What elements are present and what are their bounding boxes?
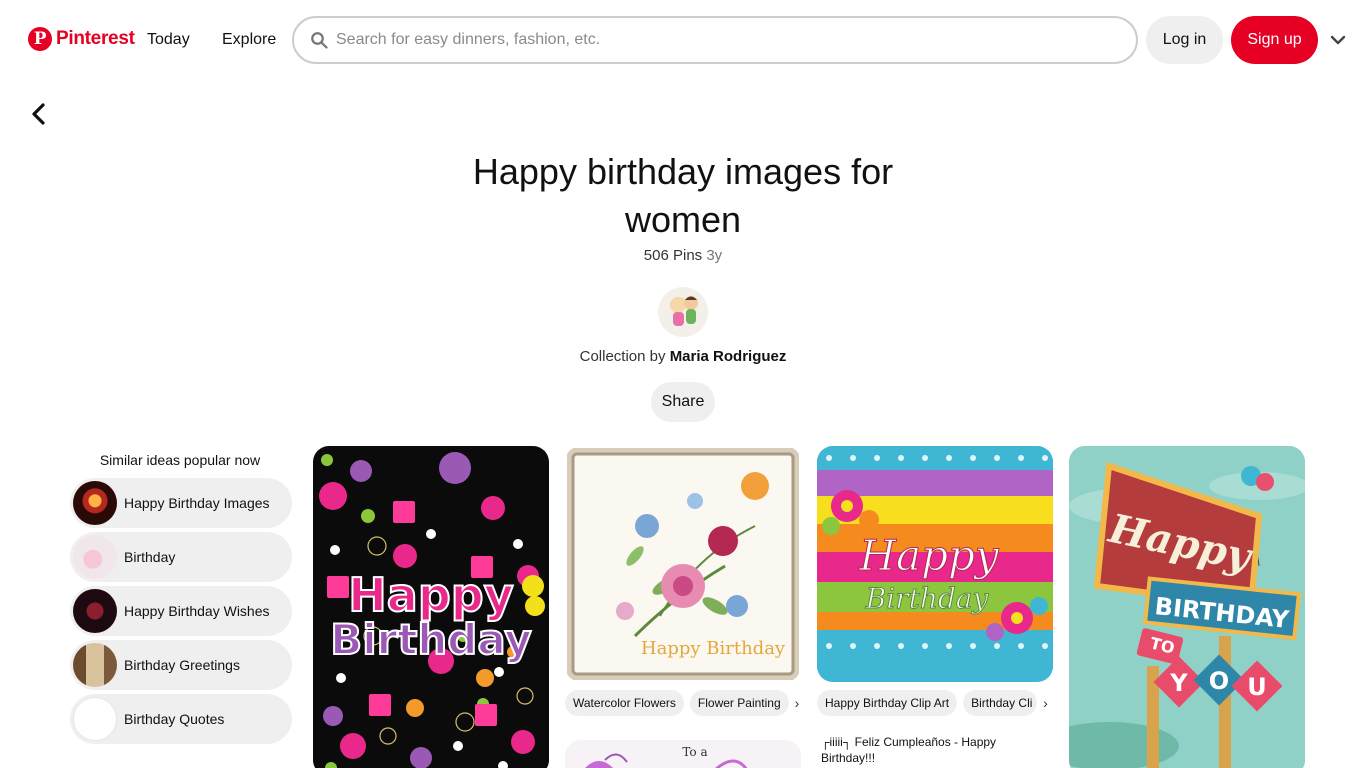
- tag-chip[interactable]: Happy Birthday Clip Art: [817, 690, 958, 716]
- pin3-text-birthday: Birthday: [865, 582, 990, 615]
- share-button[interactable]: Share: [651, 382, 715, 422]
- idea-thumbnail: [73, 535, 117, 579]
- tag-chip[interactable]: Watercolor Flowers: [565, 690, 684, 716]
- pin-card[interactable]: Happy Birthday: [313, 446, 549, 768]
- top-nav: P Pinterest Today Explore Log in Sign up: [0, 0, 1366, 82]
- brand-name: Pinterest: [56, 28, 135, 49]
- chevron-right-icon[interactable]: ›: [1043, 695, 1053, 711]
- pin1-text-happy: Happy: [348, 568, 513, 622]
- nav-today-link[interactable]: Today: [147, 31, 190, 49]
- pin4-text-y: Y: [1169, 669, 1188, 697]
- similar-idea-item[interactable]: Happy Birthday Wishes: [70, 586, 292, 636]
- board-age: 3y: [706, 247, 723, 264]
- search-input[interactable]: [336, 31, 1096, 49]
- idea-label: Birthday Quotes: [124, 711, 225, 727]
- pin-card[interactable]: Happy Birthday: [565, 446, 801, 682]
- idea-thumbnail: [73, 697, 117, 741]
- owner-name-link[interactable]: Maria Rodriguez: [670, 348, 787, 365]
- signup-button[interactable]: Sign up: [1231, 16, 1318, 64]
- board-title: Happy birthday images for women: [472, 151, 894, 240]
- pin2-tags: Watercolor Flowers Flower Painting ›: [565, 690, 801, 716]
- pin-image: Happy Birthday: [567, 448, 799, 680]
- pin-card[interactable]: Happy Birthday: [817, 446, 1053, 682]
- pin-image: Happy BIRTHDAY TO Y O U: [1069, 446, 1305, 768]
- pin-count: 506 Pins: [643, 247, 703, 264]
- similar-idea-item[interactable]: Birthday Quotes: [70, 694, 292, 744]
- pin2-text: Happy Birthday: [641, 638, 786, 659]
- tag-chip[interactable]: Birthday Cli: [963, 690, 1038, 716]
- pin-image: To a: [565, 740, 801, 768]
- pin-image: Happy Birthday: [319, 452, 545, 768]
- search-bar[interactable]: [292, 16, 1138, 64]
- cartoon-couple-avatar-icon: [670, 296, 698, 326]
- pin-card[interactable]: Happy BIRTHDAY TO Y O U: [1069, 446, 1305, 768]
- idea-label: Happy Birthday Images: [124, 495, 270, 511]
- pinterest-logo[interactable]: P Pinterest: [28, 27, 135, 51]
- owner-avatar[interactable]: [658, 287, 708, 337]
- pin-card[interactable]: To a: [565, 740, 801, 768]
- search-icon: [311, 32, 328, 49]
- tag-chip[interactable]: Flower Painting: [689, 690, 789, 716]
- idea-thumbnail: [73, 643, 117, 687]
- pin-caption[interactable]: ┌iiiii┐ Feliz Cumpleaños - Happy Birthda…: [821, 734, 1041, 766]
- back-arrow-icon[interactable]: [28, 102, 50, 126]
- idea-thumbnail: [73, 589, 117, 633]
- similar-idea-item[interactable]: Birthday Greetings: [70, 640, 292, 690]
- pinterest-icon: P: [28, 27, 52, 51]
- idea-thumbnail: [73, 481, 117, 525]
- nav-explore-link[interactable]: Explore: [222, 31, 276, 49]
- idea-label: Happy Birthday Wishes: [124, 603, 270, 619]
- idea-label: Birthday Greetings: [124, 657, 240, 673]
- collection-line: Collection by Maria Rodriguez: [433, 348, 933, 365]
- pin4-text-u: U: [1247, 673, 1267, 701]
- board-meta: 506 Pins 3y: [433, 247, 933, 264]
- similar-idea-item[interactable]: Birthday: [70, 532, 292, 582]
- login-button[interactable]: Log in: [1146, 16, 1223, 64]
- idea-label: Birthday: [124, 549, 176, 565]
- chevron-down-icon[interactable]: [1328, 30, 1348, 50]
- similar-ideas-title: Similar ideas popular now: [99, 452, 261, 468]
- pin3-text-happy: Happy: [858, 531, 999, 580]
- pin-image: Happy Birthday: [817, 446, 1053, 682]
- similar-idea-item[interactable]: Happy Birthday Images: [70, 478, 292, 528]
- pin1-text-birthday: Birthday: [330, 615, 532, 664]
- pin3-tags: Happy Birthday Clip Art Birthday Cli ›: [817, 690, 1053, 716]
- pin5-text: To a: [682, 745, 707, 759]
- collection-prefix: Collection by: [579, 348, 666, 365]
- chevron-right-icon[interactable]: ›: [795, 695, 801, 711]
- pin4-text-o: O: [1209, 667, 1229, 695]
